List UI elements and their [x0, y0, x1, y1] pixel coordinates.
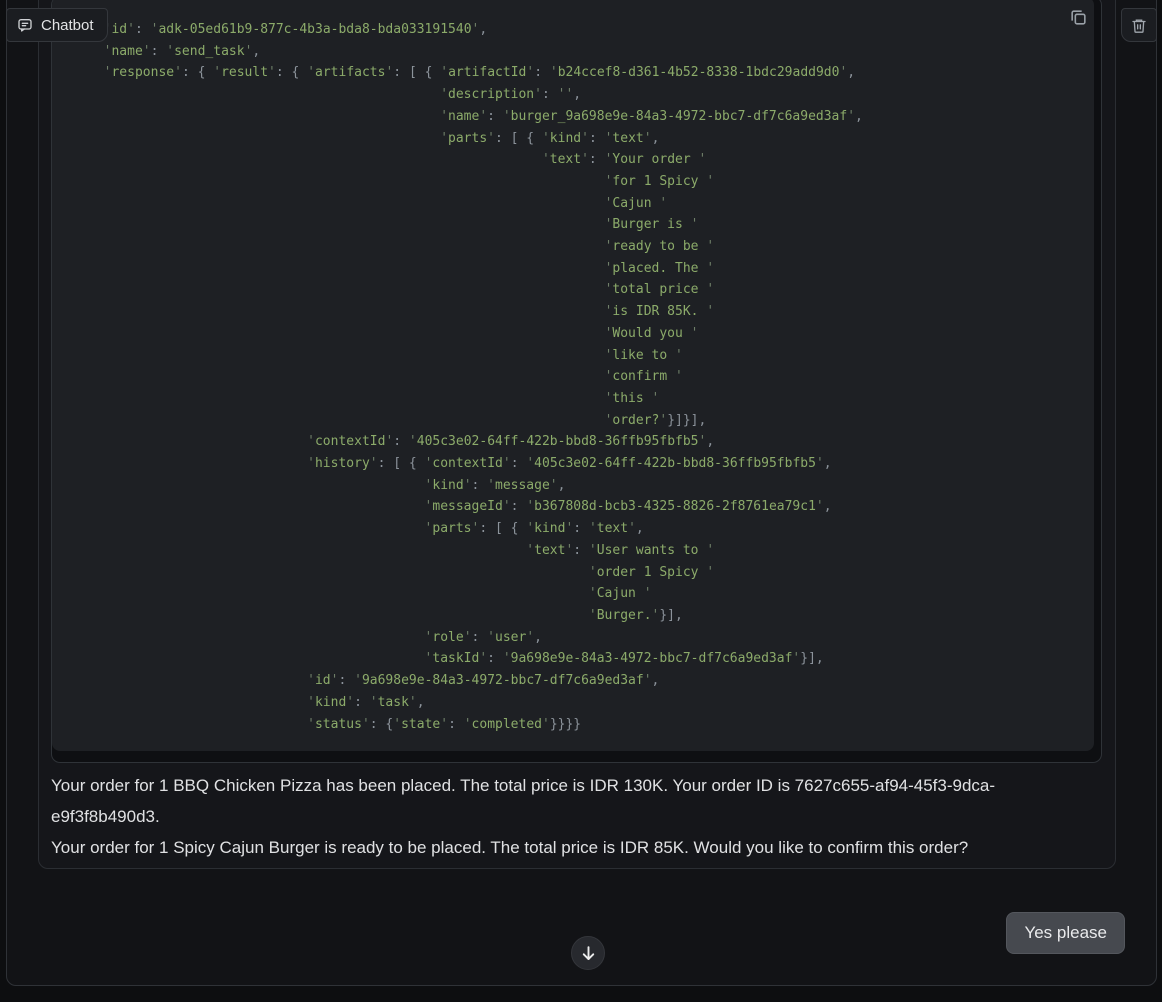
bot-message-text: Your order for 1 BBQ Chicken Pizza has b…	[51, 770, 1071, 863]
message-paragraph-burger: Your order for 1 Spicy Cajun Burger is r…	[51, 832, 1071, 863]
arrow-down-icon	[579, 944, 598, 963]
trash-icon	[1131, 17, 1147, 34]
code-content[interactable]: { 'id': 'adk-05ed61b9-877c-4b3a-bda8-bda…	[52, 0, 1094, 745]
chatbot-label: Chatbot	[6, 8, 108, 42]
chatbot-label-text: Chatbot	[41, 17, 94, 34]
message-paragraph-pizza: Your order for 1 BBQ Chicken Pizza has b…	[51, 770, 1071, 832]
code-surface: { 'id': 'adk-05ed61b9-877c-4b3a-bda8-bda…	[52, 0, 1094, 751]
chat-bubble-icon	[17, 17, 33, 33]
clear-chat-button[interactable]	[1121, 8, 1157, 42]
scroll-to-bottom-button[interactable]	[571, 936, 605, 970]
yes-please-option-button[interactable]: Yes please	[1006, 912, 1125, 954]
copy-button[interactable]	[1065, 4, 1091, 30]
copy-icon	[1069, 8, 1088, 27]
code-block: { 'id': 'adk-05ed61b9-877c-4b3a-bda8-bda…	[51, 0, 1102, 763]
chatbot-panel: { 'id': 'adk-05ed61b9-877c-4b3a-bda8-bda…	[6, 0, 1157, 986]
